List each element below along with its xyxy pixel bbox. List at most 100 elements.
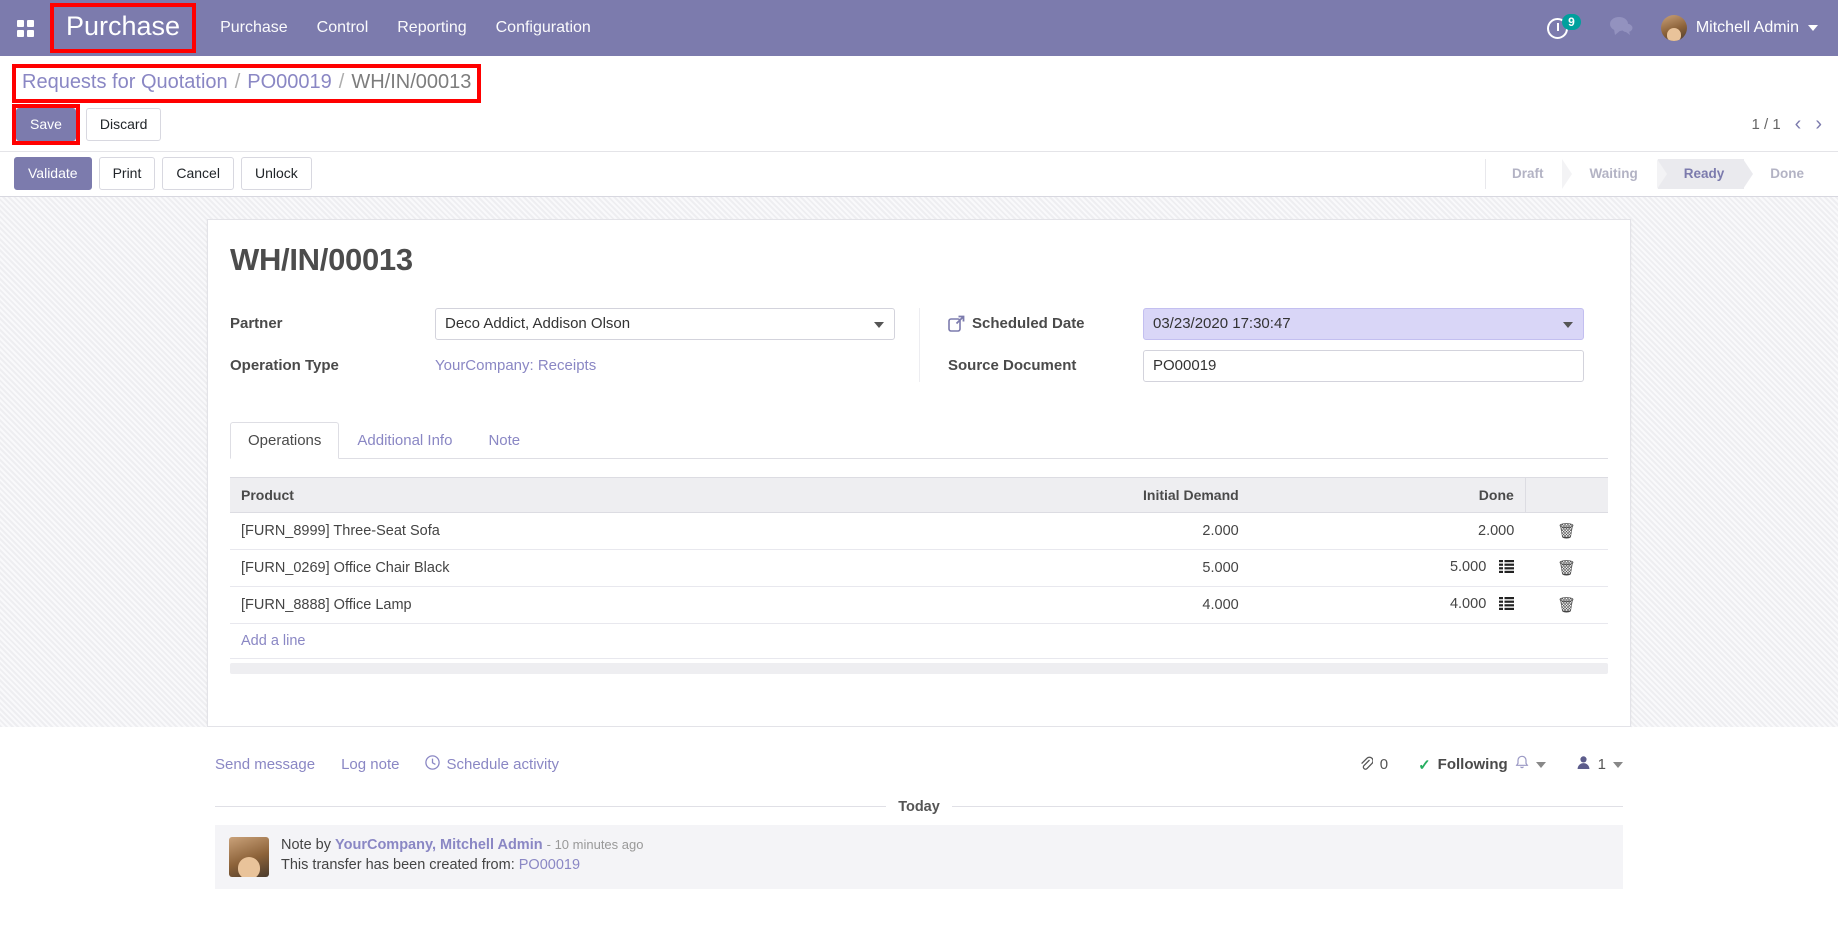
save-button-wrapper: Save bbox=[12, 104, 80, 145]
scheduled-date-input[interactable]: 03/23/2020 17:30:47 bbox=[1143, 307, 1584, 340]
add-a-line-button[interactable]: Add a line bbox=[241, 633, 306, 649]
message-content: Note by YourCompany, Mitchell Admin - 10… bbox=[281, 837, 1609, 877]
operation-type-value[interactable]: YourCompany: Receipts bbox=[435, 357, 596, 374]
record-pager: 1 / 1 ‹ › bbox=[1751, 114, 1822, 134]
chevron-right-icon[interactable]: › bbox=[1815, 114, 1822, 134]
cell-done[interactable]: 4.000 bbox=[1249, 586, 1526, 624]
list-detail-icon[interactable] bbox=[1499, 559, 1515, 577]
main-menu: Purchase Control Reporting Configuration bbox=[220, 19, 591, 37]
breadcrumb-separator: / bbox=[338, 71, 345, 93]
schedule-activity-button[interactable]: Schedule activity bbox=[425, 755, 559, 774]
pager-value: 1 / 1 bbox=[1751, 115, 1781, 133]
following-label: Following bbox=[1437, 756, 1508, 774]
message-body-link[interactable]: PO00019 bbox=[519, 857, 580, 873]
save-button[interactable]: Save bbox=[16, 108, 76, 141]
following-button[interactable]: ✓ Following bbox=[1418, 755, 1546, 774]
cell-done-value: 4.000 bbox=[1449, 595, 1487, 612]
field-partner: Partner Deco Addict, Addison Olson bbox=[230, 307, 895, 340]
menu-item-reporting[interactable]: Reporting bbox=[397, 19, 466, 37]
navbar-right: 9 Mitchell Admin bbox=[1547, 14, 1818, 42]
table-footer-bar bbox=[230, 662, 1608, 674]
column-header-done[interactable]: Done bbox=[1249, 476, 1526, 513]
user-name: Mitchell Admin bbox=[1695, 19, 1799, 36]
user-menu[interactable]: Mitchell Admin bbox=[1660, 15, 1818, 41]
menu-item-configuration[interactable]: Configuration bbox=[496, 19, 591, 37]
menu-item-purchase[interactable]: Purchase bbox=[220, 19, 288, 37]
followers-button[interactable]: 1 bbox=[1576, 755, 1623, 774]
table-row[interactable]: [FURN_0269] Office Chair Black 5.000 5.0… bbox=[230, 549, 1608, 587]
status-step-draft[interactable]: Draft bbox=[1484, 158, 1572, 189]
send-message-button[interactable]: Send message bbox=[215, 756, 315, 773]
column-header-product[interactable]: Product bbox=[230, 476, 947, 513]
cancel-button[interactable]: Cancel bbox=[162, 157, 234, 191]
activity-menu[interactable]: 9 bbox=[1547, 14, 1581, 39]
cell-product[interactable]: [FURN_8888] Office Lamp bbox=[230, 586, 947, 624]
chevron-left-icon[interactable]: ‹ bbox=[1795, 114, 1802, 134]
cell-done[interactable]: 2.000 bbox=[1249, 512, 1526, 550]
cell-product[interactable]: [FURN_8999] Three-Seat Sofa bbox=[230, 512, 947, 550]
breadcrumb-item-po00019[interactable]: PO00019 bbox=[247, 71, 332, 94]
attachments-button[interactable]: 0 bbox=[1359, 755, 1388, 775]
trash-icon[interactable]: 🗑 bbox=[1557, 597, 1576, 614]
chatter: Send message Log note Schedule activity … bbox=[207, 726, 1631, 889]
chatter-right-tools: 0 ✓ Following 1 bbox=[1359, 755, 1623, 775]
day-divider-label: Today bbox=[898, 798, 940, 815]
breadcrumb-item-requests-for-quotation[interactable]: Requests for Quotation bbox=[22, 71, 228, 94]
field-scheduled-date: Scheduled Date 03/23/2020 17:30:47 bbox=[948, 307, 1584, 340]
bell-icon bbox=[1515, 755, 1529, 774]
control-panel-buttons: Save Discard 1 / 1 ‹ › bbox=[0, 99, 1838, 151]
user-icon bbox=[1576, 755, 1591, 774]
partner-value: Deco Addict, Addison Olson bbox=[445, 315, 631, 333]
status-step-done[interactable]: Done bbox=[1744, 159, 1824, 189]
chat-bubble-icon[interactable] bbox=[1609, 15, 1633, 42]
cell-product[interactable]: [FURN_0269] Office Chair Black bbox=[230, 549, 947, 587]
print-button[interactable]: Print bbox=[98, 157, 156, 191]
form-column-left: Partner Deco Addict, Addison Olson Opera… bbox=[230, 307, 919, 382]
notebook-tabs: Operations Additional Info Note bbox=[230, 421, 1608, 459]
cell-done-value: 5.000 bbox=[1449, 558, 1487, 575]
status-step-waiting[interactable]: Waiting bbox=[1563, 158, 1667, 189]
breadcrumb: Requests for Quotation / PO00019 / WH/IN… bbox=[11, 64, 482, 103]
cell-actions: 🗑 bbox=[1525, 586, 1608, 624]
table-row[interactable]: [FURN_8999] Three-Seat Sofa 2.000 2.000 … bbox=[230, 512, 1608, 550]
app-brand-purchase[interactable]: Purchase bbox=[49, 3, 197, 53]
tab-note[interactable]: Note bbox=[470, 422, 538, 459]
form-column-right: Scheduled Date 03/23/2020 17:30:47 Sourc… bbox=[919, 307, 1608, 382]
column-header-initial-demand[interactable]: Initial Demand bbox=[946, 476, 1250, 513]
source-document-input[interactable]: PO00019 bbox=[1143, 349, 1584, 382]
chatter-message: Note by YourCompany, Mitchell Admin - 10… bbox=[215, 824, 1623, 889]
status-bar: Draft Waiting Ready Done bbox=[1484, 158, 1824, 189]
form-sheet: WH/IN/00013 Partner Deco Addict, Addison… bbox=[207, 218, 1631, 727]
cell-initial-demand[interactable]: 5.000 bbox=[946, 549, 1250, 587]
chevron-down-icon bbox=[1535, 761, 1546, 768]
control-panel-top: Requests for Quotation / PO00019 / WH/IN… bbox=[0, 56, 1838, 103]
tab-additional-info[interactable]: Additional Info bbox=[339, 422, 470, 459]
field-source-document: Source Document PO00019 bbox=[948, 349, 1584, 382]
breadcrumb-separator: / bbox=[234, 71, 241, 93]
discard-button[interactable]: Discard bbox=[85, 108, 162, 141]
status-step-ready[interactable]: Ready bbox=[1657, 158, 1753, 189]
cell-initial-demand[interactable]: 2.000 bbox=[946, 512, 1250, 550]
cell-actions: 🗑 bbox=[1525, 512, 1608, 550]
validate-button[interactable]: Validate bbox=[14, 157, 92, 191]
apps-grid-icon[interactable] bbox=[8, 19, 42, 37]
tab-operations[interactable]: Operations bbox=[230, 421, 340, 459]
source-document-label: Source Document bbox=[948, 357, 1077, 375]
cell-initial-demand[interactable]: 4.000 bbox=[946, 586, 1250, 624]
sheet-background: WH/IN/00013 Partner Deco Addict, Addison… bbox=[0, 196, 1838, 727]
table-filler-row bbox=[230, 658, 1608, 674]
trash-icon[interactable]: 🗑 bbox=[1557, 523, 1576, 540]
clock-icon bbox=[425, 755, 441, 774]
cell-done[interactable]: 5.000 bbox=[1249, 549, 1526, 587]
trash-icon[interactable]: 🗑 bbox=[1557, 560, 1576, 577]
message-author[interactable]: YourCompany, Mitchell Admin bbox=[335, 837, 543, 853]
list-detail-icon[interactable] bbox=[1499, 596, 1515, 614]
check-icon: ✓ bbox=[1418, 756, 1431, 774]
table-row[interactable]: [FURN_8888] Office Lamp 4.000 4.000 🗑 bbox=[230, 586, 1608, 624]
log-note-button[interactable]: Log note bbox=[341, 756, 399, 773]
unlock-button[interactable]: Unlock bbox=[240, 157, 312, 191]
menu-item-control[interactable]: Control bbox=[317, 19, 369, 37]
external-link-icon[interactable] bbox=[948, 315, 965, 333]
page-body: WH/IN/00013 Partner Deco Addict, Addison… bbox=[0, 196, 1838, 946]
partner-input[interactable]: Deco Addict, Addison Olson bbox=[435, 307, 895, 340]
